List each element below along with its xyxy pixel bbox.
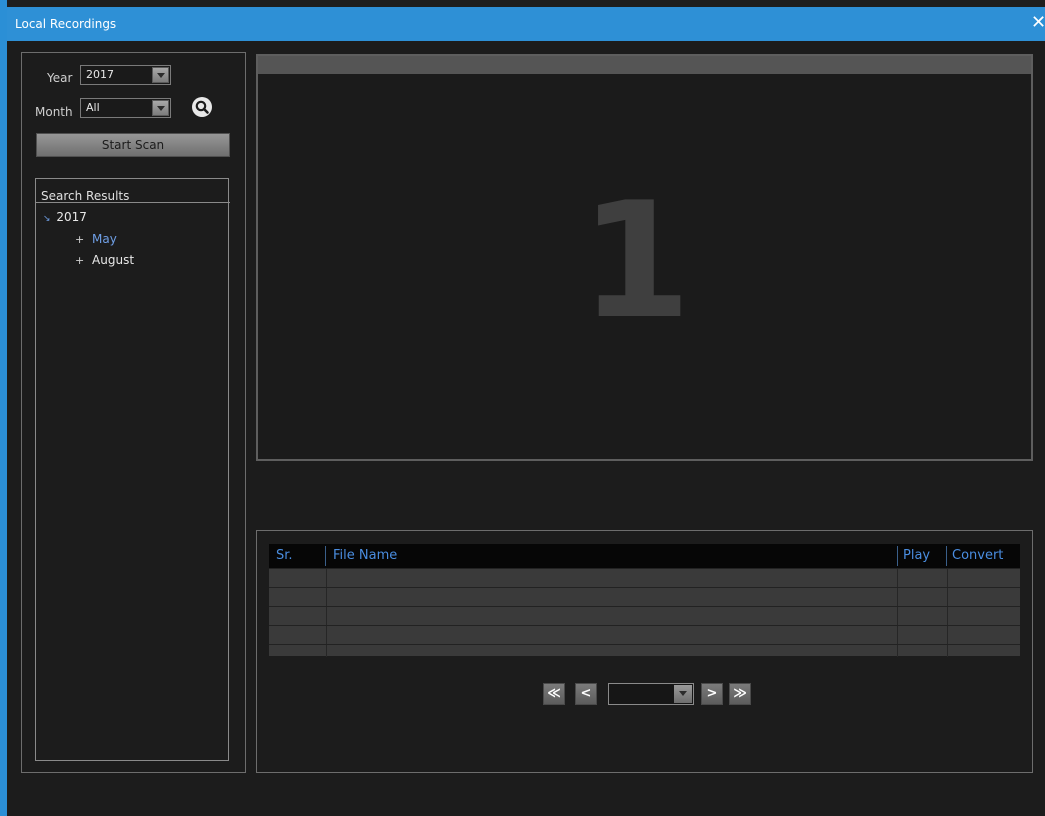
column-divider	[897, 546, 898, 566]
magnifier-glyph	[195, 100, 209, 114]
cell-divider	[897, 588, 898, 607]
channel-number: 1	[580, 167, 692, 354]
viewer-title-bar	[258, 56, 1031, 74]
cell-divider	[947, 588, 948, 607]
main-window: Year 2017 Month All Start Scan Search Re…	[7, 41, 1045, 816]
cell-divider	[947, 607, 948, 626]
cell-divider	[326, 645, 327, 657]
last-page-button[interactable]: ≫	[729, 683, 751, 705]
search-results-tree: Search Results ↘ 2017 + May + August	[35, 178, 230, 761]
previous-page-button[interactable]: <	[575, 683, 597, 705]
expand-icon: +	[75, 254, 85, 267]
year-value: 2017	[86, 68, 114, 81]
chevron-down-icon[interactable]	[674, 685, 692, 703]
table-row[interactable]	[269, 625, 1020, 645]
search-icon[interactable]	[192, 97, 212, 117]
window-left-edge	[0, 0, 7, 816]
column-header-file-name[interactable]: File Name	[333, 544, 397, 568]
cell-divider	[947, 569, 948, 588]
title-bar: Local Recordings ✕	[7, 7, 1045, 41]
recordings-panel: Sr. File Name Play Convert ≪ < > ≫	[256, 530, 1033, 773]
cell-divider	[326, 588, 327, 607]
expanded-arrow-icon: ↘	[43, 214, 51, 224]
expand-icon: +	[75, 233, 85, 246]
table-row[interactable]	[269, 568, 1020, 588]
table-header: Sr. File Name Play Convert	[269, 544, 1020, 568]
table-row[interactable]	[269, 644, 1020, 657]
chevron-down-icon[interactable]	[152, 100, 169, 116]
tree-node-label: 2017	[56, 210, 87, 224]
results-title: Search Results	[41, 189, 130, 203]
tree-node-label: August	[92, 253, 135, 267]
tree-node-label: May	[92, 232, 117, 246]
tree-node-may[interactable]: + May	[75, 232, 117, 246]
month-value: All	[86, 101, 100, 114]
year-label: Year	[47, 71, 73, 85]
cell-divider	[897, 569, 898, 588]
cell-divider	[326, 569, 327, 588]
column-divider	[946, 546, 947, 566]
start-scan-button[interactable]: Start Scan	[36, 133, 230, 157]
cell-divider	[947, 645, 948, 657]
first-page-button[interactable]: ≪	[543, 683, 565, 705]
cell-divider	[897, 626, 898, 645]
month-select[interactable]: All	[80, 98, 171, 118]
video-viewer[interactable]: 1	[256, 54, 1033, 461]
cell-divider	[897, 645, 898, 657]
year-select[interactable]: 2017	[80, 65, 171, 85]
cell-divider	[326, 626, 327, 645]
tree-node-august[interactable]: + August	[75, 253, 134, 267]
close-icon[interactable]: ✕	[1031, 14, 1045, 34]
tree-node-2017[interactable]: ↘ 2017	[43, 210, 87, 224]
column-header-play[interactable]: Play	[903, 544, 930, 568]
column-divider	[325, 546, 326, 566]
table-row[interactable]	[269, 606, 1020, 626]
window-title: Local Recordings	[15, 17, 117, 31]
column-header-convert[interactable]: Convert	[952, 544, 1003, 568]
next-page-button[interactable]: >	[701, 683, 723, 705]
cell-divider	[326, 607, 327, 626]
cell-divider	[947, 626, 948, 645]
month-label: Month	[35, 105, 73, 119]
results-header: Search Results	[36, 179, 230, 203]
page-select[interactable]	[608, 683, 694, 705]
recordings-table: Sr. File Name Play Convert	[269, 544, 1020, 657]
table-row[interactable]	[269, 587, 1020, 607]
column-header-sr[interactable]: Sr.	[276, 544, 293, 568]
cell-divider	[897, 607, 898, 626]
chevron-down-icon[interactable]	[152, 67, 169, 83]
